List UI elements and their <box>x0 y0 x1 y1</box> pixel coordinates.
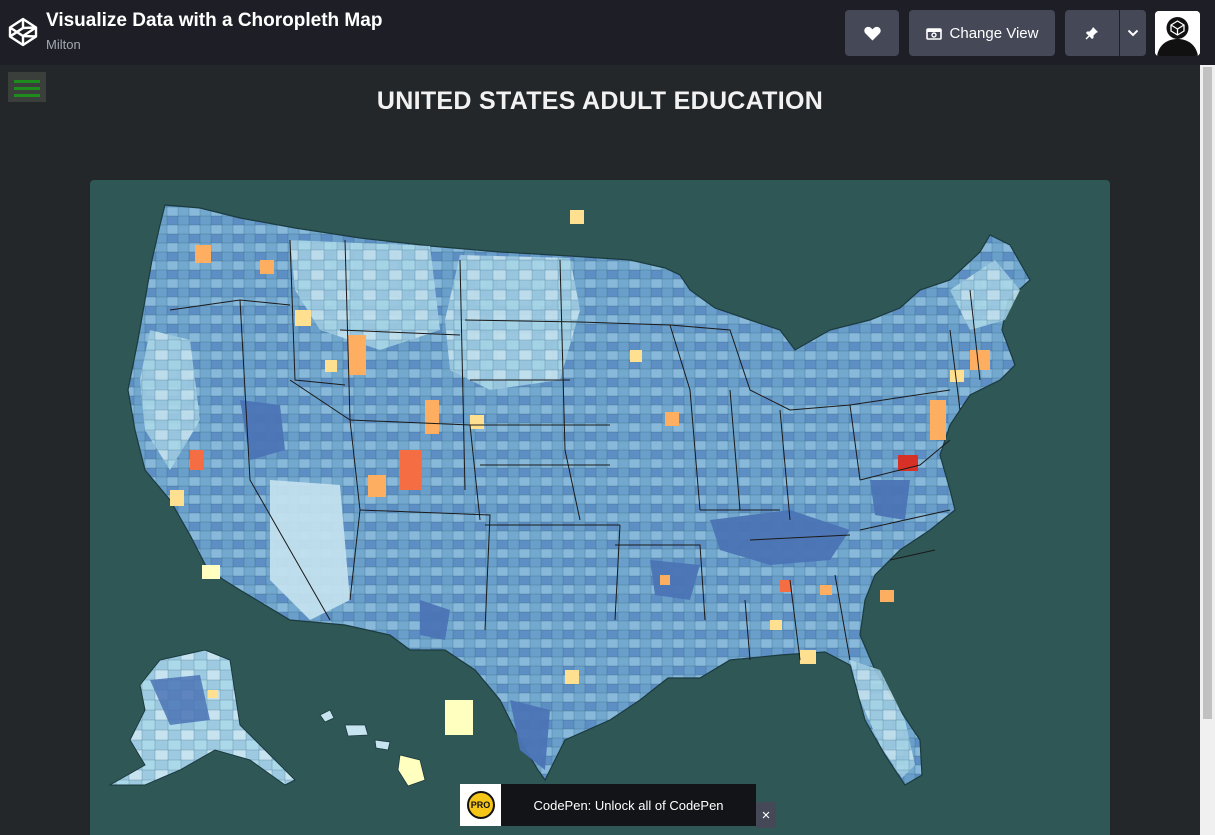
pen-author[interactable]: Milton <box>46 37 382 52</box>
close-icon[interactable]: × <box>756 802 776 828</box>
change-view-button[interactable]: Change View <box>909 10 1055 56</box>
chevron-down-icon <box>1127 29 1139 37</box>
codepen-logo-icon[interactable] <box>8 16 38 48</box>
pro-logo: PRO <box>460 784 501 826</box>
heart-icon <box>863 26 881 40</box>
vertical-scrollbar[interactable] <box>1200 65 1215 835</box>
promo-banner[interactable]: PRO CodePen: Unlock all of CodePen <box>460 784 756 826</box>
change-view-label: Change View <box>949 24 1039 42</box>
scrollbar-thumb[interactable] <box>1203 67 1212 719</box>
alaska-shape <box>108 649 296 786</box>
change-view-icon <box>925 27 942 40</box>
pin-dropdown-button[interactable] <box>1120 10 1146 56</box>
page-title: UNITED STATES ADULT EDUCATION <box>376 87 824 115</box>
heart-button[interactable] <box>845 10 899 56</box>
pin-button[interactable] <box>1065 10 1119 56</box>
avatar-icon[interactable] <box>1155 11 1200 56</box>
choropleth-map[interactable] <box>90 180 1110 835</box>
promo-text[interactable]: CodePen: Unlock all of CodePen <box>501 798 756 813</box>
pen-title-block: Visualize Data with a Choropleth Map Mil… <box>46 10 382 52</box>
pin-icon <box>1085 27 1098 40</box>
hawaii-shape <box>319 709 426 787</box>
choropleth-map-card <box>90 180 1110 835</box>
pen-title[interactable]: Visualize Data with a Choropleth Map <box>46 10 382 32</box>
pro-badge-icon: PRO <box>466 791 495 819</box>
pen-preview: UNITED STATES ADULT EDUCATION <box>0 65 1200 835</box>
top-bar: Visualize Data with a Choropleth Map Mil… <box>0 0 1215 65</box>
